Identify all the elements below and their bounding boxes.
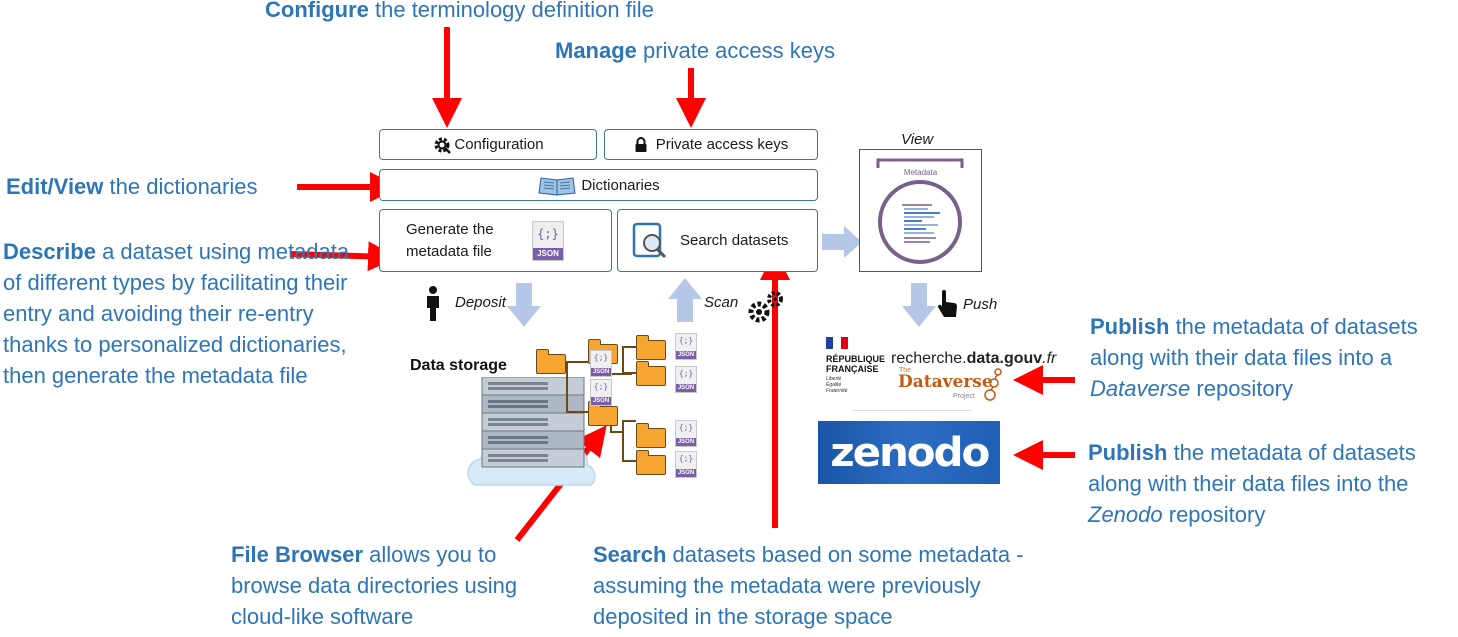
json-text: JSON	[591, 397, 611, 405]
zenodo-logo: zenodo	[818, 421, 1000, 484]
json-braces: {;}	[678, 454, 694, 463]
configuration-label: Configuration	[454, 136, 544, 153]
view-arrow	[822, 226, 862, 258]
json-braces: {;}	[593, 353, 609, 362]
metadata-view-box: Metadata	[859, 149, 982, 272]
deposit-label: Deposit	[455, 294, 506, 311]
logo-divider	[852, 410, 972, 411]
json-braces: {;}	[593, 382, 609, 391]
book-icon	[538, 177, 576, 196]
scan-arrow	[668, 278, 702, 322]
dataverse-icon	[984, 368, 1002, 401]
configure-annotation: Configure the terminology definition fil…	[265, 0, 654, 25]
describe-annotation: Describe a dataset using metadata of dif…	[3, 236, 363, 391]
dataverse-project: Project	[953, 393, 975, 400]
private-keys-label: Private access keys	[655, 136, 789, 153]
generate-label: Generate the metadata file	[406, 220, 494, 260]
folder-icon	[588, 401, 618, 426]
dataverse-name: Dataverse	[898, 372, 993, 392]
folder-icon	[636, 335, 666, 360]
recherche-suffix: .fr	[1042, 350, 1057, 367]
lock-icon	[635, 136, 647, 152]
describe-bold: Describe	[3, 239, 96, 264]
json-file-icon: {;} JSON	[675, 366, 697, 393]
configure-bold: Configure	[265, 0, 369, 22]
json-text: JSON	[676, 469, 696, 477]
republique-motto: Liberté Égalité Fraternité	[826, 376, 848, 394]
hand-pointer-icon	[937, 290, 957, 317]
folder-icon	[636, 450, 666, 475]
manage-bold: Manage	[555, 38, 637, 63]
publish-dataverse-bold: Publish	[1090, 314, 1170, 339]
publish-zenodo-annotation: Publish the metadata of datasets along w…	[1088, 437, 1456, 530]
dataverse-logo: The Dataverse Project	[896, 367, 1006, 407]
folder-icon	[536, 349, 566, 374]
json-braces: {;}	[678, 369, 694, 378]
publish-dataverse-italic: Dataverse	[1090, 376, 1191, 401]
zenodo-text: zenodo	[829, 429, 990, 476]
tree-connector	[622, 346, 636, 374]
edit-rest: the dictionaries	[103, 174, 258, 199]
json-text: JSON	[676, 438, 696, 446]
manage-rest: private access keys	[636, 38, 835, 63]
search-bold: Search	[593, 542, 667, 567]
json-braces: {;}	[678, 336, 694, 345]
publish-dataverse-annotation: Publish the metadata of datasets along w…	[1090, 311, 1452, 404]
json-file-icon: {;} JSON	[590, 350, 612, 377]
push-label: Push	[963, 296, 998, 313]
view-label: View	[901, 131, 934, 148]
cogs-icon	[748, 291, 783, 323]
json-file-icon: {;} JSON	[532, 221, 564, 261]
scan-label: Scan	[704, 294, 739, 311]
json-file-icon: {;} JSON	[590, 379, 612, 406]
tree-connector	[566, 361, 588, 413]
folder-icon	[636, 361, 666, 386]
json-file-icon: {;} JSON	[675, 333, 697, 360]
republique-text: RÉPUBLIQUE FRANÇAISE	[826, 354, 886, 374]
publish-zenodo-tail: repository	[1162, 502, 1266, 527]
json-text: JSON	[676, 351, 696, 359]
configure-rest: the terminology definition file	[368, 0, 654, 22]
push-arrow	[902, 283, 936, 327]
gear-icon	[434, 137, 452, 154]
file-browser-annotation: File Browser allows you to browse data d…	[231, 539, 531, 632]
dictionaries-label: Dictionaries	[581, 176, 660, 194]
dictionaries-button[interactable]: Dictionaries	[379, 169, 818, 201]
recherche-prefix: recherche.	[891, 350, 967, 367]
json-text: JSON	[533, 248, 563, 260]
search-doc-icon	[632, 222, 667, 258]
json-text: JSON	[591, 368, 611, 376]
json-braces: {;}	[537, 227, 559, 241]
recherche-bold: data.gouv	[966, 350, 1043, 367]
json-braces: {;}	[678, 423, 694, 432]
search-label: Search datasets	[680, 232, 789, 249]
publish-zenodo-bold: Publish	[1088, 440, 1168, 465]
configuration-button[interactable]: Configuration	[379, 129, 597, 160]
deposit-arrow	[507, 283, 541, 327]
edit-bold: Edit/View	[6, 174, 104, 199]
person-icon	[427, 286, 439, 321]
json-text: JSON	[676, 384, 696, 392]
search-datasets-button[interactable]: Search datasets	[617, 209, 818, 272]
private-keys-button[interactable]: Private access keys	[604, 129, 818, 160]
marianne-icon	[826, 337, 848, 349]
data-storage-label: Data storage	[410, 357, 507, 374]
edit-annotation: Edit/View the dictionaries	[6, 171, 258, 202]
json-file-icon: {;} JSON	[675, 420, 697, 447]
republique-francaise-logo: RÉPUBLIQUE FRANÇAISE Liberté Égalité Fra…	[826, 336, 888, 394]
tree-connector	[622, 420, 636, 462]
generate-metadata-button[interactable]: Generate the metadata file {;} JSON	[379, 209, 612, 272]
folder-icon	[636, 423, 666, 448]
search-annotation: Search datasets based on some metadata -…	[593, 539, 1063, 632]
recherche-data-gouv-logo: recherche.data.gouv.fr	[891, 350, 1056, 368]
metadata-doc-label: Metadata	[903, 168, 938, 177]
manage-annotation: Manage private access keys	[555, 35, 835, 66]
json-file-icon: {;} JSON	[675, 451, 697, 478]
file-browser-bold: File Browser	[231, 542, 364, 567]
publish-dataverse-tail: repository	[1190, 376, 1293, 401]
publish-zenodo-italic: Zenodo	[1088, 502, 1163, 527]
